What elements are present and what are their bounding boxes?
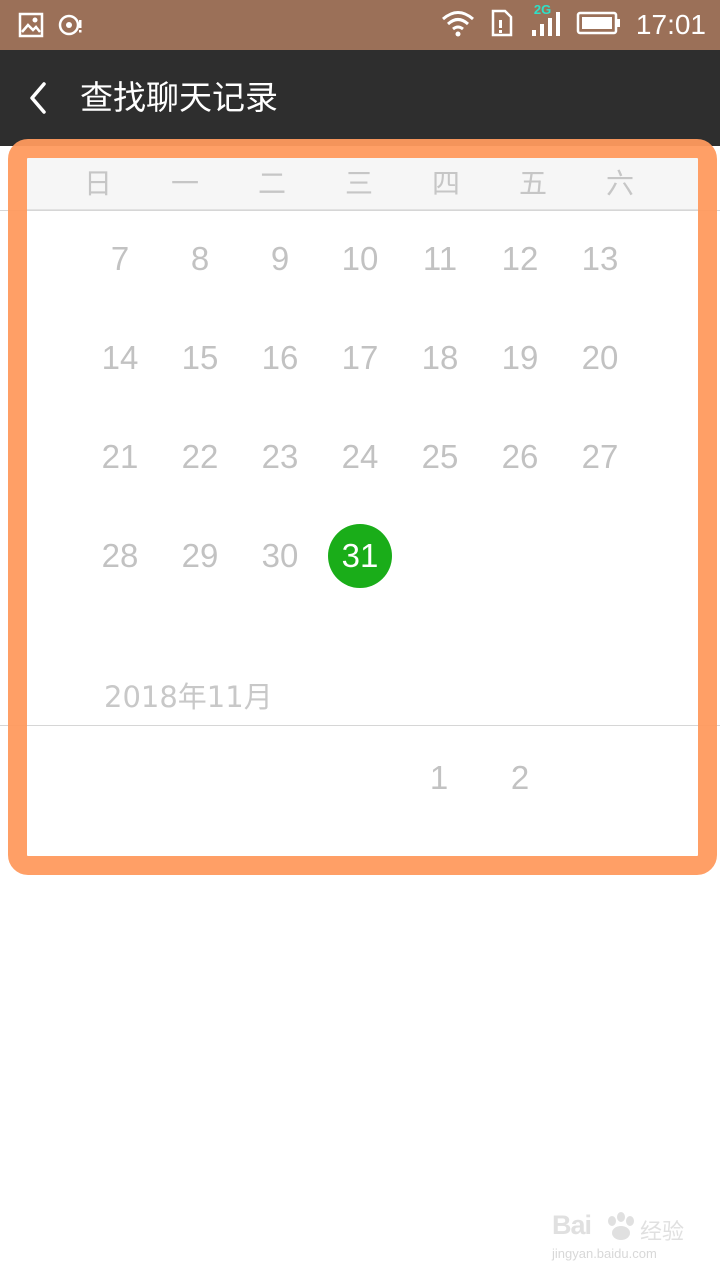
- back-arrow-icon[interactable]: [22, 76, 66, 120]
- battery-icon: [576, 10, 622, 40]
- watermark-url: jingyan.baidu.com: [552, 1246, 657, 1261]
- clock: 17:01: [635, 9, 706, 40]
- wifi-icon: [440, 8, 476, 42]
- image-icon: [18, 12, 44, 42]
- watermark-brand: Bai: [552, 1210, 592, 1240]
- title-bar: 查找聊天记录: [0, 50, 720, 146]
- watermark-cn: 经验: [640, 1220, 685, 1245]
- page-title: 查找聊天记录: [80, 78, 278, 117]
- sim-alert-icon: [490, 8, 516, 42]
- media-icon: [58, 12, 84, 42]
- baidu-watermark: Bai 经验 jingyan.baidu.com: [552, 1210, 692, 1270]
- highlight-frame: [8, 139, 717, 875]
- network-type-label: 2G: [533, 2, 552, 17]
- signal-icon: 2G: [530, 2, 562, 42]
- status-bar: 2G 17:01: [0, 0, 720, 50]
- paw-icon: [604, 1212, 638, 1246]
